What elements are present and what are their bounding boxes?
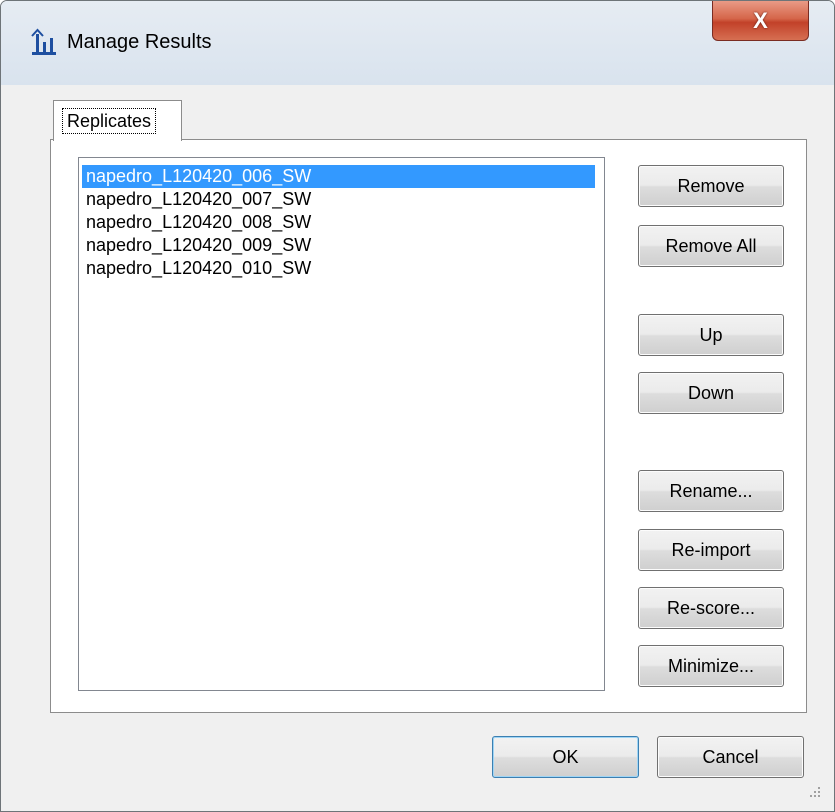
dialog-body: Replicates napedro_L120420_006_SW napedr… — [10, 85, 824, 801]
minimize-button[interactable]: Minimize... — [638, 645, 784, 687]
list-item[interactable]: napedro_L120420_008_SW — [82, 211, 311, 234]
results-chart-icon — [31, 28, 56, 55]
tab-replicates[interactable]: Replicates — [53, 100, 182, 141]
list-item[interactable]: napedro_L120420_010_SW — [82, 257, 311, 280]
cancel-button[interactable]: Cancel — [657, 736, 804, 778]
tab-replicates-label: Replicates — [62, 108, 157, 134]
list-item[interactable]: napedro_L120420_009_SW — [82, 234, 311, 257]
down-button[interactable]: Down — [638, 372, 784, 414]
replicates-list[interactable]: napedro_L120420_006_SW napedro_L120420_0… — [78, 157, 605, 691]
close-button[interactable]: X — [712, 1, 809, 41]
replicates-tab-panel: napedro_L120420_006_SW napedro_L120420_0… — [50, 139, 807, 713]
remove-all-button[interactable]: Remove All — [638, 225, 784, 267]
close-icon: X — [753, 7, 768, 33]
title-bar[interactable]: Manage Results X — [1, 1, 834, 85]
rescore-button[interactable]: Re-score... — [638, 587, 784, 629]
resize-grip-icon[interactable] — [807, 784, 821, 798]
manage-results-dialog: Manage Results X Replicates napedro_L120… — [0, 0, 835, 812]
reimport-button[interactable]: Re-import — [638, 529, 784, 571]
list-item[interactable]: napedro_L120420_007_SW — [82, 188, 311, 211]
rename-button[interactable]: Rename... — [638, 470, 784, 512]
remove-button[interactable]: Remove — [638, 165, 784, 207]
list-item[interactable]: napedro_L120420_006_SW — [82, 165, 595, 188]
ok-button[interactable]: OK — [492, 736, 639, 778]
window-title: Manage Results — [67, 31, 212, 53]
up-button[interactable]: Up — [638, 314, 784, 356]
